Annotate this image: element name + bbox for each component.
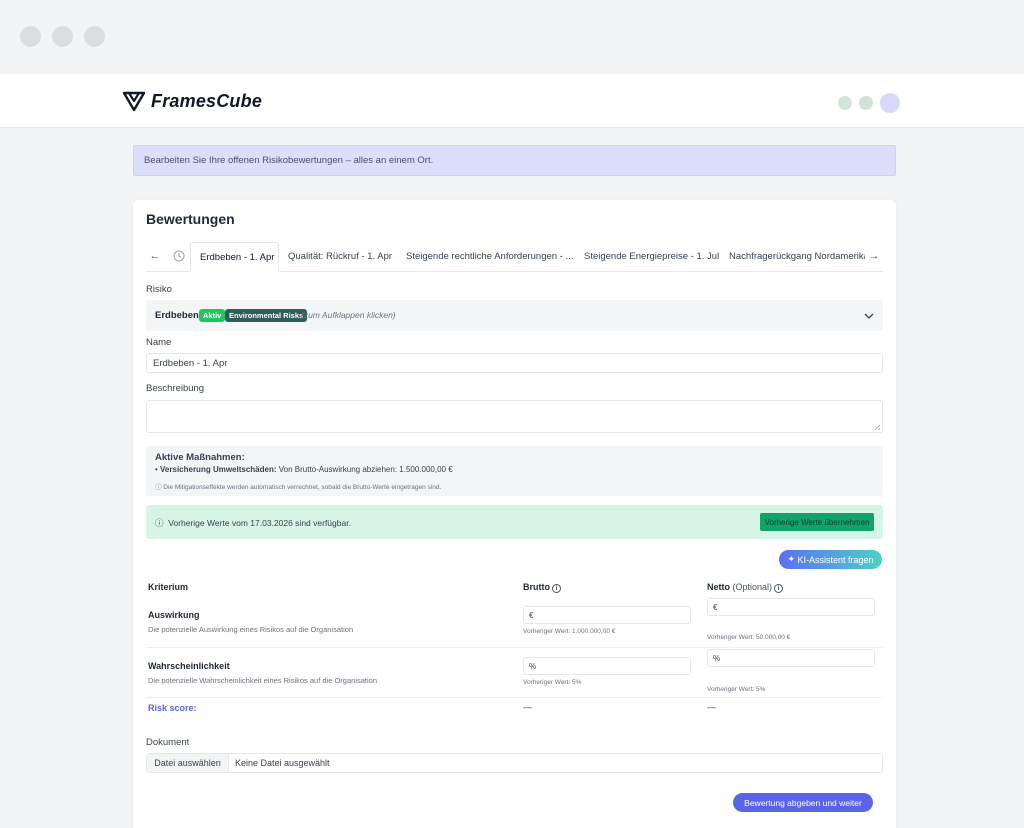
- name-label: Name: [146, 337, 172, 348]
- window-dot-close[interactable]: [20, 26, 41, 47]
- name-input[interactable]: Erdbeben - 1. Apr: [146, 353, 883, 373]
- gross-info-icon[interactable]: i: [552, 584, 561, 593]
- row-divider: [146, 697, 883, 698]
- status-badge: Aktiv: [199, 309, 226, 322]
- window-dot-maximize[interactable]: [84, 26, 105, 47]
- assessment-tabs: ← Erdbeben - 1. Apr Qualität: Rückruf - …: [146, 242, 883, 272]
- document-label: Dokument: [146, 737, 190, 748]
- framescube-logo-icon: [122, 91, 146, 112]
- tab-rechtliche-anforderungen[interactable]: Steigende rechtliche Anforderungen - ...: [397, 242, 575, 272]
- tab-nachfragerueckgang[interactable]: Nachfragerückgang Nordamerika: [720, 242, 865, 272]
- tabs-prev-button[interactable]: ←: [146, 247, 164, 265]
- risk-label: Risiko: [146, 284, 172, 295]
- risk-score-link[interactable]: Risk score:: [148, 703, 197, 713]
- net-impact-input[interactable]: €: [707, 598, 875, 616]
- column-net: Netto (Optional) i: [707, 582, 784, 593]
- page-title: Bewertungen: [146, 211, 235, 227]
- net-info-icon[interactable]: i: [774, 584, 784, 593]
- page-content: Bearbeiten Sie Ihre offenen Risikobewert…: [0, 128, 1024, 828]
- browser-chrome: [0, 0, 1024, 74]
- file-input[interactable]: Datei auswählen Keine Datei ausgewählt: [146, 753, 883, 773]
- column-net-label: Netto: [707, 582, 730, 592]
- measure-name: Versicherung Umweltschäden:: [160, 465, 277, 474]
- net-probability-previous: Vorheriger Wert: 5%: [707, 686, 766, 693]
- measures-note: ⓘ Die Mitigationseffekte werden automati…: [155, 484, 442, 491]
- brand-logo[interactable]: FramesCube: [122, 90, 262, 112]
- assessments-card: Bewertungen ← Erdbeben - 1. Apr Qualität…: [133, 200, 896, 828]
- ai-assistant-button[interactable]: ✦ KI-Assistent fragen: [779, 550, 882, 569]
- risk-score-gross: —: [523, 702, 532, 712]
- row-divider: [146, 647, 883, 648]
- risk-name: Erdbeben: [155, 310, 199, 321]
- submit-assessment-button[interactable]: Bewertung abgeben und weiter: [733, 793, 873, 812]
- file-status: Keine Datei ausgewählt: [235, 758, 330, 768]
- apply-previous-values-button[interactable]: Vorherige Werte übernehmen: [760, 513, 874, 531]
- column-gross: Brutto i: [523, 582, 561, 593]
- gross-impact-previous: Vorheriger Wert: 1.000.000,00 €: [523, 628, 616, 635]
- ai-assistant-label: KI-Assistent fragen: [797, 554, 874, 565]
- risk-score-net: —: [707, 702, 716, 712]
- criterion-probability-title: Wahrscheinlichkeit: [148, 661, 230, 671]
- user-avatar[interactable]: [880, 93, 900, 113]
- net-probability-input[interactable]: %: [707, 649, 875, 667]
- chevron-down-icon[interactable]: [863, 310, 875, 322]
- expand-hint: (zum Aufklappen klicken): [301, 310, 396, 320]
- measures-title: Aktive Maßnahmen:: [155, 452, 245, 463]
- notification-dot-icon[interactable]: [859, 96, 873, 110]
- status-dot-icon: [838, 96, 852, 110]
- previous-values-message: Vorherige Werte vom 17.03.2026 sind verf…: [168, 518, 351, 528]
- category-badge: Environmental Risks: [225, 309, 308, 322]
- tab-erdbeben[interactable]: Erdbeben - 1. Apr: [190, 242, 279, 272]
- column-gross-label: Brutto: [523, 582, 550, 592]
- column-criterion: Kriterium: [148, 582, 189, 592]
- info-icon: ⓘ: [155, 518, 169, 528]
- previous-values-box: ⓘ Vorherige Werte vom 17.03.2026 sind ve…: [146, 505, 883, 539]
- risk-select[interactable]: Erdbeben Aktiv Environmental Risks (zum …: [146, 300, 883, 331]
- active-measures-box: Aktive Maßnahmen: • Versicherung Umwelts…: [146, 446, 883, 496]
- criterion-probability-desc: Die potenzielle Wahrscheinlichkeit eines…: [148, 676, 378, 685]
- resize-handle-icon[interactable]: [874, 424, 881, 431]
- history-icon[interactable]: [170, 247, 188, 265]
- tab-qualitaet-rueckruf[interactable]: Qualität: Rückruf - 1. Apr: [279, 242, 397, 272]
- gross-probability-input[interactable]: %: [523, 657, 691, 675]
- tabs-next-button[interactable]: →: [865, 247, 883, 265]
- measure-item: • Versicherung Umweltschäden: Von Brutto…: [155, 465, 453, 474]
- window-dot-minimize[interactable]: [52, 26, 73, 47]
- sparkle-icon: ✦: [787, 554, 798, 564]
- description-label: Beschreibung: [146, 383, 205, 394]
- choose-file-button[interactable]: Datei auswählen: [147, 754, 229, 772]
- info-banner: Bearbeiten Sie Ihre offenen Risikobewert…: [133, 145, 896, 176]
- criterion-impact-desc: Die potenzielle Auswirkung eines Risikos…: [148, 625, 354, 634]
- brand-name: FramesCube: [151, 90, 263, 111]
- app-header: FramesCube: [0, 74, 1024, 128]
- description-textarea[interactable]: [146, 400, 883, 433]
- gross-probability-previous: Vorheriger Wert: 5%: [523, 679, 582, 686]
- criterion-impact-title: Auswirkung: [148, 610, 200, 620]
- gross-impact-input[interactable]: €: [523, 606, 691, 624]
- net-impact-previous: Vorheriger Wert: 50.000,00 €: [707, 634, 791, 641]
- column-net-optional: (Optional): [732, 582, 773, 592]
- tab-energiepreise[interactable]: Steigende Energiepreise - 1. Jul: [575, 242, 720, 272]
- previous-values-text: ⓘ Vorherige Werte vom 17.03.2026 sind ve…: [155, 517, 351, 529]
- measure-text: Von Brutto-Auswirkung abziehen: 1.500.00…: [278, 465, 453, 474]
